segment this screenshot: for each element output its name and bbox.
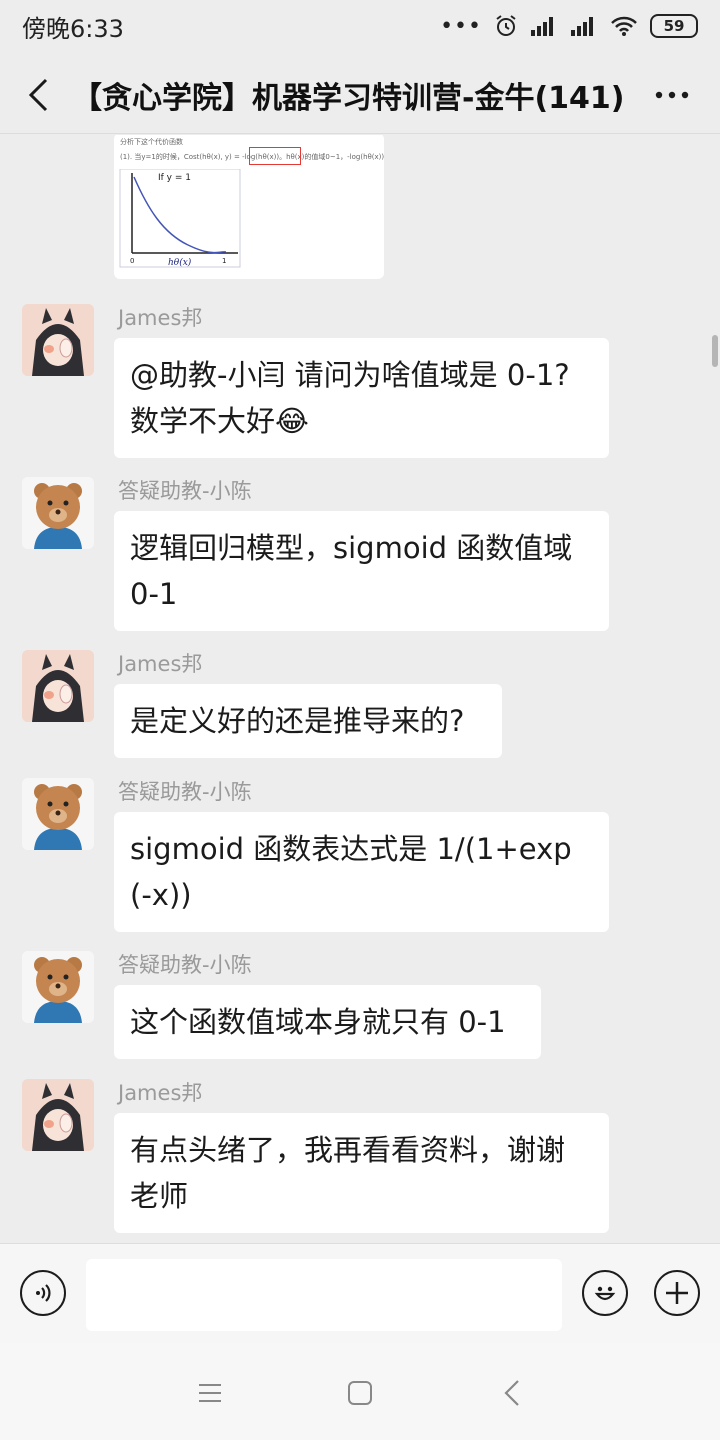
image-caption-top: 分析下这个代价函数	[120, 138, 183, 146]
scrollbar[interactable]	[712, 335, 718, 367]
batman-avatar-icon	[22, 304, 94, 376]
batman-avatar[interactable]	[22, 1079, 94, 1151]
batman-avatar[interactable]	[22, 650, 94, 722]
plus-icon	[666, 1282, 688, 1304]
batman-avatar-icon	[22, 1079, 94, 1151]
cost-curve-plot: If y = 1 hθ(x) 0 1	[119, 169, 241, 268]
chat-header: 【贪心学院】机器学习特训营-金牛(141)	[0, 56, 720, 134]
message-bubble[interactable]: @助教-小闫 请问为啥值域是 0-1?数学不大好😂	[114, 338, 609, 458]
chat-message-list[interactable]: 分析下这个代价函数 (1). 当y=1的时候，Cost(hθ(x), y) = …	[0, 135, 720, 1243]
menu-icon	[199, 1384, 221, 1402]
more-notifications-icon: •••	[440, 13, 482, 39]
image-highlight-box	[249, 147, 301, 165]
message-bubble[interactable]: 逻辑回归模型，sigmoid 函数值域 0-1	[114, 511, 609, 631]
back-button[interactable]	[18, 65, 58, 125]
plot-title: If y = 1	[158, 173, 191, 183]
sender-name: 答疑助教-小陈	[118, 780, 252, 804]
sender-name: James邦	[118, 306, 203, 330]
wifi-icon	[611, 16, 637, 36]
back-arrow-icon	[28, 78, 48, 111]
status-bar: 傍晚6:33 ••• 59	[0, 0, 720, 52]
back-icon	[504, 1380, 519, 1406]
bear-avatar-icon	[22, 778, 94, 850]
status-time: 傍晚6:33	[22, 14, 124, 43]
input-bar	[0, 1243, 720, 1344]
system-back-button[interactable]	[492, 1373, 532, 1413]
sender-name: James邦	[118, 1081, 203, 1105]
emoji-icon	[594, 1286, 616, 1301]
bear-avatar-icon	[22, 477, 94, 549]
menu-button[interactable]	[190, 1373, 230, 1413]
more-options-button[interactable]	[642, 65, 702, 125]
message-input[interactable]	[86, 1259, 562, 1331]
signal-icon	[531, 17, 553, 36]
message-bubble[interactable]: 有点头绪了，我再看看资料，谢谢老师	[114, 1113, 609, 1233]
bear-avatar[interactable]	[22, 477, 94, 549]
status-icons: ••• 59	[440, 14, 698, 39]
message-bubble[interactable]: 这个函数值域本身就只有 0-1	[114, 985, 541, 1059]
message-bubble[interactable]: sigmoid 函数表达式是 1/(1+exp(-x))	[114, 812, 609, 932]
voice-icon	[36, 1284, 51, 1302]
chat-title: 【贪心学院】机器学习特训营-金牛(141)	[72, 80, 625, 116]
voice-button[interactable]	[20, 1270, 66, 1316]
sender-name: 答疑助教-小陈	[118, 479, 252, 503]
batman-avatar[interactable]	[22, 304, 94, 376]
home-icon	[348, 1381, 372, 1405]
system-nav-bar	[0, 1343, 720, 1440]
batman-avatar-icon	[22, 650, 94, 722]
plot-tick-0: 0	[130, 257, 134, 265]
bear-avatar[interactable]	[22, 778, 94, 850]
sender-name: 答疑助教-小陈	[118, 953, 252, 977]
sender-name: James邦	[118, 652, 203, 676]
battery-indicator: 59	[650, 14, 698, 38]
plot-tick-1: 1	[222, 257, 226, 265]
message-bubble[interactable]: 是定义好的还是推导来的?	[114, 684, 502, 758]
add-button[interactable]	[654, 1270, 700, 1316]
home-button[interactable]	[340, 1373, 380, 1413]
bear-avatar[interactable]	[22, 951, 94, 1023]
emoji-button[interactable]	[582, 1270, 628, 1316]
signal-icon-2	[571, 17, 593, 36]
image-message[interactable]: 分析下这个代价函数 (1). 当y=1的时候，Cost(hθ(x), y) = …	[114, 135, 384, 279]
alarm-icon	[496, 15, 516, 36]
plot-axis-label: hθ(x)	[168, 257, 192, 268]
bear-avatar-icon	[22, 951, 94, 1023]
more-dots-icon	[655, 91, 689, 98]
